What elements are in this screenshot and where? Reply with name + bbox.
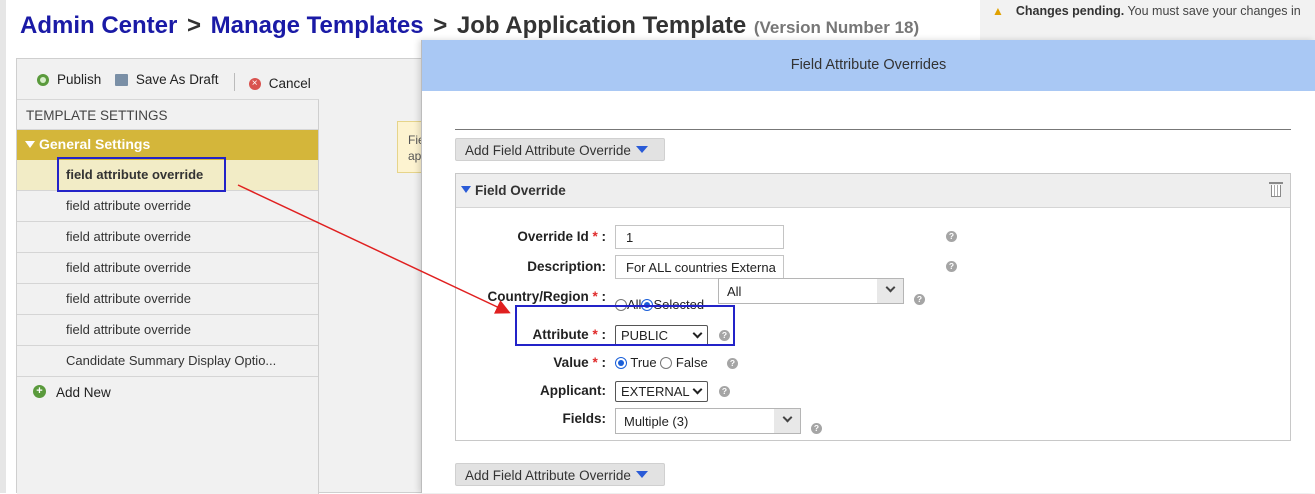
save-draft-icon xyxy=(114,73,128,86)
page-title: Job Application Template xyxy=(456,12,747,39)
fields-dropdown-button[interactable] xyxy=(774,409,800,433)
trash-icon[interactable] xyxy=(1269,182,1283,197)
sidebar-item-field-attribute-override[interactable]: field attribute override xyxy=(17,222,318,253)
save-draft-label: Save As Draft xyxy=(135,72,219,87)
sidebar-item-field-attribute-override[interactable]: field attribute override xyxy=(17,253,318,284)
description-input[interactable]: For ALL countries Externa xyxy=(615,255,784,279)
colon: : xyxy=(601,355,607,370)
override-id-input[interactable]: 1 xyxy=(615,225,784,249)
value-true-radio[interactable] xyxy=(615,357,627,369)
fields-label: Fields: xyxy=(562,411,606,426)
sidebar-heading: TEMPLATE SETTINGS xyxy=(17,100,318,130)
pending-title: Changes pending. xyxy=(1015,4,1125,18)
divider xyxy=(455,129,1291,130)
fields-multiselect[interactable]: Multiple (3) xyxy=(615,408,801,434)
add-new-button[interactable]: + Add New xyxy=(17,377,318,408)
field-override-header[interactable]: Field Override xyxy=(456,174,1290,208)
save-as-draft-button[interactable]: Save As Draft xyxy=(114,72,219,87)
country-region-text: Country/Region xyxy=(487,289,589,304)
chevron-down-icon xyxy=(885,282,896,293)
sidebar-item-candidate-summary[interactable]: Candidate Summary Display Optio... xyxy=(17,346,318,377)
required-mark: * xyxy=(592,289,598,304)
help-icon[interactable]: ? xyxy=(811,423,822,434)
dropdown-arrow-icon xyxy=(635,146,648,153)
breadcrumb-separator: > xyxy=(433,12,448,39)
value-text: Value xyxy=(553,355,589,370)
template-editor: Publish Save As Draft × Cancel TEMPLATE … xyxy=(16,58,437,494)
version-number: (Version Number 18) xyxy=(753,18,920,37)
override-id-label: Override Id * : xyxy=(456,229,606,244)
override-id-text: Override Id xyxy=(517,229,589,244)
publish-icon xyxy=(37,73,49,86)
highlight-box-attribute xyxy=(515,305,735,346)
general-settings-group[interactable]: General Settings xyxy=(17,130,318,160)
value-radio-group: True False xyxy=(615,355,708,370)
value-label: Value * : xyxy=(456,355,606,370)
pending-text: You must save your changes in xyxy=(1127,4,1301,18)
breadcrumb-admin-center[interactable]: Admin Center xyxy=(20,12,177,39)
cancel-icon: × xyxy=(248,77,261,90)
sidebar-item-field-attribute-override[interactable]: field attribute override xyxy=(17,191,318,222)
warning-icon: ▲ xyxy=(992,4,1004,18)
help-icon[interactable]: ? xyxy=(946,231,957,242)
colon: : xyxy=(601,229,607,244)
add-field-attribute-override-button[interactable]: Add Field Attribute Override xyxy=(455,138,665,161)
collapse-triangle-icon xyxy=(25,141,35,148)
help-icon[interactable]: ? xyxy=(727,358,738,369)
add-override-label: Add Field Attribute Override xyxy=(465,143,631,158)
value-false-label: False xyxy=(675,355,708,370)
add-override-label: Add Field Attribute Override xyxy=(465,468,631,483)
breadcrumb-manage-templates[interactable]: Manage Templates xyxy=(211,12,424,39)
applicant-label: Applicant: xyxy=(540,383,606,398)
help-icon[interactable]: ? xyxy=(946,261,957,272)
panel-title: Field Override xyxy=(475,183,566,198)
country-value: All xyxy=(727,284,742,299)
cancel-button[interactable]: × Cancel xyxy=(248,76,311,91)
add-new-label: Add New xyxy=(56,385,111,400)
applicant-select[interactable]: EXTERNAL xyxy=(615,381,708,402)
toolbar-divider xyxy=(234,73,236,92)
sidebar-item-field-attribute-override[interactable]: field attribute override xyxy=(17,315,318,346)
value-false-radio[interactable] xyxy=(660,357,673,369)
help-icon[interactable]: ? xyxy=(719,386,730,397)
chevron-down-icon xyxy=(782,412,793,423)
required-mark: * xyxy=(592,229,598,244)
publish-label: Publish xyxy=(57,72,102,87)
colon: : xyxy=(601,289,607,304)
add-field-attribute-override-button[interactable]: Add Field Attribute Override xyxy=(455,463,665,486)
toolbar: Publish Save As Draft × Cancel xyxy=(17,59,437,99)
field-attribute-overrides-dialog: Field Attribute Overrides Add Field Attr… xyxy=(421,40,1315,493)
required-mark: * xyxy=(592,355,598,370)
country-dropdown-button[interactable] xyxy=(877,279,903,303)
dialog-title: Field Attribute Overrides xyxy=(422,40,1315,91)
country-multiselect[interactable]: All xyxy=(718,278,904,304)
changes-pending-banner: ▲ Changes pending. You must save your cha… xyxy=(980,0,1315,40)
description-label: Description: xyxy=(527,259,606,274)
publish-button[interactable]: Publish xyxy=(37,72,101,87)
help-icon[interactable]: ? xyxy=(914,294,925,305)
dropdown-arrow-icon xyxy=(635,471,648,478)
plus-icon: + xyxy=(33,385,46,398)
left-edge-strip xyxy=(0,0,6,493)
collapse-triangle-icon xyxy=(461,186,471,193)
breadcrumb-separator: > xyxy=(186,12,201,39)
fields-value: Multiple (3) xyxy=(624,414,689,429)
value-true-label: True xyxy=(630,355,657,370)
chevron-down-icon xyxy=(692,384,703,395)
country-region-label: Country/Region * : xyxy=(456,289,606,304)
group-label: General Settings xyxy=(39,136,151,152)
sidebar-item-field-attribute-override[interactable]: field attribute override xyxy=(17,284,318,315)
highlight-box-sidebar-item xyxy=(57,157,226,192)
cancel-label: Cancel xyxy=(268,76,311,91)
applicant-value: EXTERNAL xyxy=(621,384,690,399)
